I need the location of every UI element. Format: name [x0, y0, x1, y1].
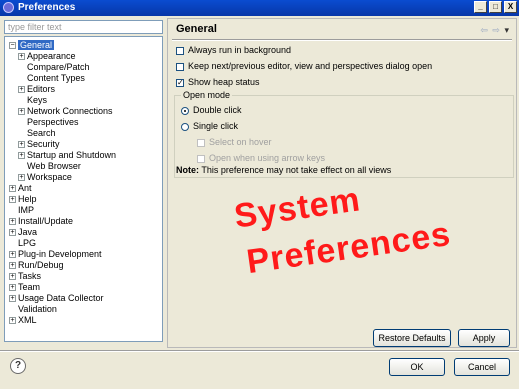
select-on-hover-option: Select on hover	[197, 136, 272, 148]
tree-item-label: IMP	[18, 205, 35, 215]
footer-divider	[0, 350, 519, 352]
tree-item-label: Plug-in Development	[18, 249, 102, 259]
apply-button[interactable]: Apply	[458, 329, 510, 347]
maximize-button[interactable]: □	[489, 1, 502, 13]
overlay-system-text: System	[231, 180, 363, 236]
expand-icon[interactable]: +	[9, 218, 16, 226]
expand-icon[interactable]: +	[18, 141, 25, 149]
open-arrow-keys-label: Open when using arrow keys	[209, 153, 326, 163]
expand-icon[interactable]: +	[9, 317, 16, 325]
select-on-hover-label: Select on hover	[209, 137, 272, 147]
tree-item-label: Ant	[18, 183, 32, 193]
note-text: This preference may not take effect on a…	[201, 165, 392, 175]
run-background-option[interactable]: Always run in background	[176, 44, 291, 56]
open-arrow-keys-checkbox	[197, 154, 205, 163]
forward-arrow-icon[interactable]: ⇨	[492, 25, 501, 35]
tree-item-label: Appearance	[27, 51, 76, 61]
restore-defaults-button[interactable]: Restore Defaults	[373, 329, 451, 347]
help-icon[interactable]: ?	[10, 358, 26, 374]
preferences-tree[interactable]: − General + Appearance Compare/Patch Conte…	[4, 36, 163, 342]
run-background-checkbox[interactable]	[176, 46, 184, 55]
cancel-button[interactable]: Cancel	[454, 358, 510, 376]
double-click-option[interactable]: Double click	[181, 104, 242, 116]
tree-item-label: Security	[27, 139, 60, 149]
double-click-label: Double click	[193, 105, 242, 115]
tree-item-label: Content Types	[27, 73, 85, 83]
tree-item-xml[interactable]: + XML	[9, 314, 37, 326]
keep-next-previous-option[interactable]: Keep next/previous editor, view and pers…	[176, 60, 432, 72]
tree-item-label: Usage Data Collector	[18, 293, 104, 303]
run-background-label: Always run in background	[188, 45, 292, 55]
tree-item-label: Network Connections	[27, 106, 113, 116]
page-title: General	[176, 23, 217, 35]
expand-icon[interactable]: +	[9, 273, 16, 281]
show-heap-option[interactable]: ✓ Show heap status	[176, 76, 260, 88]
expand-icon[interactable]: +	[9, 284, 16, 292]
expand-icon[interactable]: +	[9, 229, 16, 237]
window-title: Preferences	[18, 2, 76, 13]
preferences-app-icon	[3, 2, 14, 13]
header-divider	[172, 39, 512, 41]
keep-next-previous-checkbox[interactable]	[176, 62, 184, 71]
tree-item-label: Install/Update	[18, 216, 74, 226]
filter-input[interactable]: type filter text	[4, 20, 163, 34]
tree-item-label: General	[18, 40, 55, 50]
tree-item-label: Startup and Shutdown	[27, 150, 117, 160]
open-mode-title: Open mode	[181, 90, 233, 100]
expand-icon[interactable]: +	[18, 152, 25, 160]
tree-item-label: Compare/Patch	[27, 62, 90, 72]
tree-item-label: Search	[27, 128, 56, 138]
view-menu-icon[interactable]: ▾	[504, 25, 510, 35]
expand-icon[interactable]: +	[18, 108, 25, 116]
show-heap-label: Show heap status	[188, 77, 260, 87]
expand-icon[interactable]: +	[18, 86, 25, 94]
single-click-radio[interactable]	[181, 122, 189, 131]
tree-item-label: Validation	[18, 304, 57, 314]
page-navigation: ⇦ ⇨ ▾	[480, 25, 510, 36]
expand-icon[interactable]: +	[9, 262, 16, 270]
expand-icon[interactable]: +	[9, 251, 16, 259]
back-arrow-icon[interactable]: ⇦	[480, 25, 489, 35]
tree-item-label: Web Browser	[27, 161, 81, 171]
note-line: Note: This preference may not take effec…	[176, 164, 391, 176]
single-click-option[interactable]: Single click	[181, 120, 238, 132]
tree-item-label: Keys	[27, 95, 48, 105]
expand-icon[interactable]: +	[18, 53, 25, 61]
tree-item-label: Run/Debug	[18, 260, 64, 270]
preference-page: General ⇦ ⇨ ▾ Always run in background K…	[167, 18, 517, 348]
tree-item-label: Workspace	[27, 172, 72, 182]
title-bar: Preferences _ □ X	[0, 0, 519, 16]
window-controls: _ □ X	[474, 1, 517, 13]
note-label: Note:	[176, 165, 199, 175]
expand-icon[interactable]: +	[9, 196, 16, 204]
tree-item-label: Perspectives	[27, 117, 79, 127]
select-on-hover-checkbox	[197, 138, 205, 147]
minimize-button[interactable]: _	[474, 1, 487, 13]
open-arrow-keys-option: Open when using arrow keys	[197, 152, 325, 164]
close-button[interactable]: X	[504, 1, 517, 13]
ok-button[interactable]: OK	[389, 358, 445, 376]
expand-icon[interactable]: +	[9, 295, 16, 303]
show-heap-checkbox[interactable]: ✓	[176, 78, 184, 87]
tree-item-label: Editors	[27, 84, 56, 94]
collapse-icon[interactable]: −	[9, 42, 16, 50]
tree-item-label: Team	[18, 282, 41, 292]
tree-item-label: XML	[18, 315, 37, 325]
tree-item-label: LPG	[18, 238, 37, 248]
tree-item-label: Java	[18, 227, 38, 237]
single-click-label: Single click	[193, 121, 239, 131]
tree-item-label: Help	[18, 194, 37, 204]
expand-icon[interactable]: +	[18, 174, 25, 182]
tree-item-label: Tasks	[18, 271, 42, 281]
expand-icon[interactable]: +	[9, 185, 16, 193]
keep-next-previous-label: Keep next/previous editor, view and pers…	[188, 61, 433, 71]
double-click-radio[interactable]	[181, 106, 189, 115]
